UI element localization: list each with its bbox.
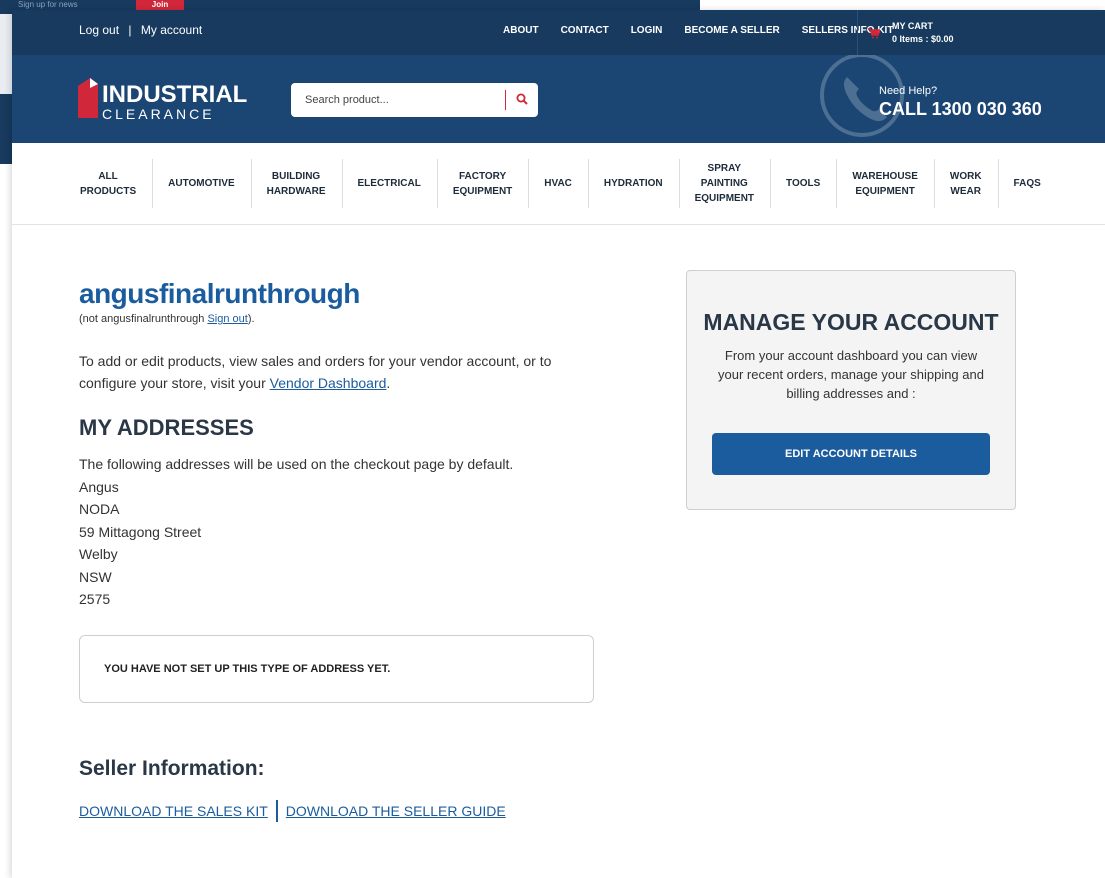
category-label: ELECTRICAL <box>357 178 421 189</box>
seller-links-divider <box>275 800 278 822</box>
category-hydration[interactable]: HYDRATION <box>587 143 679 224</box>
category-automotive[interactable]: AUTOMOTIVE <box>152 143 250 224</box>
top-nav-become-seller[interactable]: BECOME A SELLER <box>684 25 779 36</box>
category-tools[interactable]: TOOLS <box>770 143 836 224</box>
cart-items: 0 Items : <box>892 33 932 44</box>
vendor-dashboard-text: To add or edit products, view sales and … <box>79 350 599 394</box>
logo-mark-icon <box>78 78 98 118</box>
category-label: WORK WEAR <box>949 170 982 197</box>
vendor-text-suffix: . <box>386 375 391 391</box>
category-label: FAQS <box>1013 178 1041 189</box>
category-label: TOOLS <box>786 178 821 189</box>
address-line: 59 Mittagong Street <box>79 523 202 540</box>
call-phone-number[interactable]: CALL 1300 030 360 <box>879 99 1042 120</box>
category-label: HYDRATION <box>603 178 663 189</box>
account-content: angusfinalrunthrough (not angusfinalrunt… <box>12 225 1105 865</box>
cart-widget[interactable]: MY CART 0 Items : $0.00 <box>857 10 1057 55</box>
search-icon[interactable] <box>506 93 538 108</box>
category-spray-painting-equipment[interactable]: SPRAY PAINTING EQUIPMENT <box>678 143 770 224</box>
cart-icon <box>868 27 882 42</box>
category-faqs[interactable]: FAQS <box>997 143 1057 224</box>
seller-links: DOWNLOAD THE SALES KIT DOWNLOAD THE SELL… <box>79 800 506 822</box>
category-label: AUTOMOTIVE <box>168 178 235 189</box>
manage-account-card: MANAGE YOUR ACCOUNT From your account da… <box>686 270 1016 510</box>
address-line: Angus <box>79 478 119 495</box>
address-line: NODA <box>79 501 120 517</box>
category-label: ALL PRODUCTS <box>80 170 137 197</box>
download-sales-kit-link[interactable]: DOWNLOAD THE SALES KIT <box>79 803 268 819</box>
cart-total: $0.00 <box>931 33 954 44</box>
cart-title: MY CART <box>892 20 933 31</box>
top-nav-login[interactable]: LOGIN <box>631 25 663 36</box>
category-label: WAREHOUSE EQUIPMENT <box>852 170 918 197</box>
category-label: SPRAY PAINTING EQUIPMENT <box>694 163 755 204</box>
category-electrical[interactable]: ELECTRICAL <box>341 143 437 224</box>
category-label: BUILDING HARDWARE <box>266 170 326 197</box>
logo-line-2: CLEARANCE <box>102 106 215 122</box>
background-join-button: Join <box>136 0 184 10</box>
not-user-suffix: ). <box>247 313 255 325</box>
addresses-heading: MY ADDRESSES <box>79 415 254 440</box>
search-input[interactable] <box>291 83 505 117</box>
logo-line-1: INDUSTRIAL <box>102 81 248 108</box>
vendor-dashboard-link[interactable]: Vendor Dashboard <box>270 375 387 391</box>
category-label: HVAC <box>544 178 572 189</box>
logout-link[interactable]: Log out <box>79 23 119 37</box>
background-card <box>0 14 12 94</box>
category-nav: ALL PRODUCTS AUTOMOTIVE BUILDING HARDWAR… <box>12 143 1105 225</box>
top-nav: ABOUT CONTACT LOGIN BECOME A SELLER SELL… <box>503 25 893 36</box>
address-line: 2575 <box>79 591 111 607</box>
address-block: The following addresses will be used on … <box>79 453 513 611</box>
address-notice: YOU HAVE NOT SET UP THIS TYPE OF ADDRESS… <box>79 635 594 703</box>
sign-out-link[interactable]: Sign out <box>207 313 247 325</box>
edit-account-details-button[interactable]: EDIT ACCOUNT DETAILS <box>712 433 990 475</box>
search-box <box>291 83 538 117</box>
category-hvac[interactable]: HVAC <box>528 143 588 224</box>
category-label: FACTORY EQUIPMENT <box>452 170 513 197</box>
browser-page: Log out | My account ABOUT CONTACT LOGIN… <box>12 10 1105 878</box>
category-warehouse-equipment[interactable]: WAREHOUSE EQUIPMENT <box>836 143 934 224</box>
address-line: NSW <box>79 568 112 585</box>
download-seller-guide-link[interactable]: DOWNLOAD THE SELLER GUIDE <box>286 803 506 819</box>
site-header: INDUSTRIAL CLEARANCE Need Help? CALL 130… <box>12 55 1105 143</box>
seller-info-heading: Seller Information: <box>79 757 265 780</box>
addresses-intro: The following addresses will be used on … <box>79 456 514 472</box>
need-help-text: Need Help? <box>879 85 938 97</box>
background-signup-text: Sign up for news <box>18 0 78 9</box>
cart-summary: 0 Items : $0.00 <box>892 33 954 46</box>
cart-text: MY CART 0 Items : $0.00 <box>892 20 954 46</box>
category-building-hardware[interactable]: BUILDING HARDWARE <box>250 143 342 224</box>
not-user-prefix: (not angusfinalrunthrough <box>79 313 208 325</box>
category-work-wear[interactable]: WORK WEAR <box>933 143 998 224</box>
top-nav-about[interactable]: ABOUT <box>503 25 539 36</box>
address-line: Welby <box>79 546 118 562</box>
not-user-line: (not angusfinalrunthrough Sign out). <box>79 313 255 325</box>
account-links-separator: | <box>128 23 132 37</box>
category-factory-equipment[interactable]: FACTORY EQUIPMENT <box>436 143 528 224</box>
page-title: angusfinalrunthrough <box>79 278 360 309</box>
help-contact: Need Help? CALL 1300 030 360 <box>879 85 1042 120</box>
top-nav-contact[interactable]: CONTACT <box>561 25 609 36</box>
my-account-link[interactable]: My account <box>141 23 202 37</box>
top-bar: Log out | My account ABOUT CONTACT LOGIN… <box>12 10 1105 55</box>
category-all-products[interactable]: ALL PRODUCTS <box>64 143 152 224</box>
manage-account-title: MANAGE YOUR ACCOUNT <box>703 309 999 335</box>
account-links: Log out | My account <box>79 23 202 37</box>
manage-account-description: From your account dashboard you can view… <box>718 348 984 401</box>
site-logo[interactable]: INDUSTRIAL CLEARANCE <box>78 75 247 125</box>
